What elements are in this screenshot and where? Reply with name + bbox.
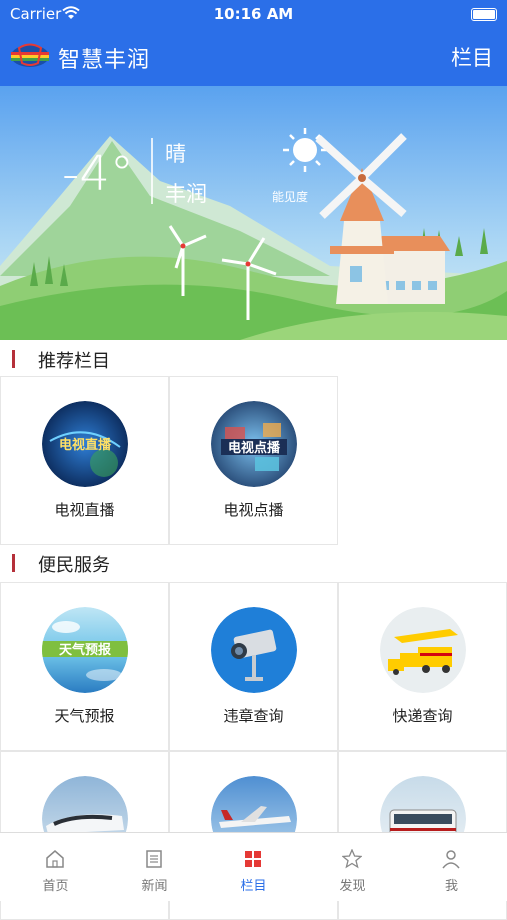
weather-forecast-icon-text: 天气预报 — [59, 642, 112, 658]
grid-icon — [245, 851, 261, 867]
tab-label: 我 — [444, 879, 458, 894]
services-section-header: 便民服务 — [0, 544, 507, 582]
weather-divider — [151, 138, 153, 204]
tile-weather-forecast[interactable]: 天气预报 天气预报 — [0, 582, 169, 751]
express-truck-icon — [380, 607, 466, 693]
tab-label: 发现 — [339, 879, 366, 894]
tv-vod-icon: 电视点播 — [211, 401, 297, 487]
tab-news[interactable]: 新闻 — [104, 833, 205, 901]
tile-label: 电视点播 — [223, 501, 284, 519]
app-logo — [11, 43, 49, 67]
columns-menu-button[interactable]: 栏目 — [451, 42, 493, 72]
tv-live-icon: 电视直播 — [42, 401, 128, 487]
tv-vod-icon-text: 电视点播 — [228, 440, 281, 456]
tab-label: 新闻 — [141, 879, 168, 894]
recommended-section-header: 推荐栏目 — [0, 340, 507, 378]
section-title: 便民服务 — [38, 555, 110, 576]
tile-tv-vod[interactable]: 电视点播 电视点播 — [169, 376, 338, 545]
weather-banner[interactable]: -4° 晴 丰润 能见度 — [0, 86, 507, 340]
tab-label: 首页 — [42, 879, 69, 894]
tile-label: 电视直播 — [54, 501, 115, 519]
traffic-camera-icon — [211, 607, 297, 693]
app-title: 智慧丰润 — [58, 48, 151, 73]
tab-columns[interactable]: 栏目 — [203, 833, 304, 901]
tile-tv-live[interactable]: 电视直播 电视直播 — [0, 376, 169, 545]
tile-label: 天气预报 — [54, 707, 115, 725]
tab-label: 栏目 — [240, 879, 267, 894]
tile-traffic-violation[interactable]: 违章查询 — [169, 582, 338, 751]
navigation-bar: 智慧丰润 栏目 — [0, 28, 507, 86]
tile-label: 违章查询 — [223, 707, 284, 725]
profile-icon — [442, 850, 460, 869]
home-icon — [46, 850, 64, 868]
temperature-value: -4° — [62, 146, 134, 202]
tv-live-icon-text: 电视直播 — [59, 437, 112, 453]
visibility-label: 能见度 — [272, 190, 309, 204]
section-title: 推荐栏目 — [38, 351, 110, 372]
tab-discover[interactable]: 发现 — [302, 833, 403, 901]
weather-condition: 晴 — [165, 142, 186, 166]
tile-express-tracking[interactable]: 快递查询 — [338, 582, 507, 751]
landscape-illustration — [0, 86, 507, 340]
section-marker — [12, 554, 15, 572]
weather-city: 丰润 — [165, 182, 207, 206]
section-marker — [12, 350, 15, 368]
news-icon — [146, 850, 162, 868]
bottom-tab-bar: 首页 新闻 栏目 发现 我 — [0, 832, 507, 901]
discover-icon — [342, 849, 362, 869]
tab-profile[interactable]: 我 — [401, 833, 502, 901]
tile-label: 快递查询 — [392, 707, 453, 725]
tab-home[interactable]: 首页 — [5, 833, 106, 901]
weather-forecast-icon: 天气预报 — [42, 607, 128, 693]
status-bar: Carrier 10:16 AM — [0, 0, 507, 28]
clock: 10:16 AM — [213, 5, 294, 23]
battery-icon — [471, 8, 497, 21]
